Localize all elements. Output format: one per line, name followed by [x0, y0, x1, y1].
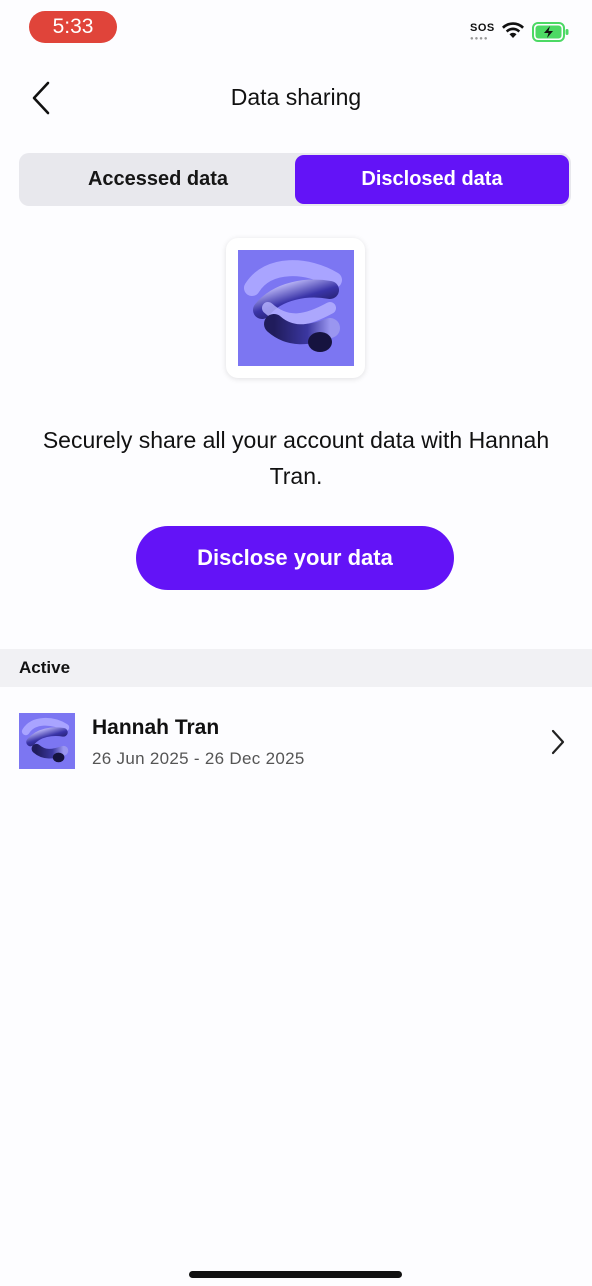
app-logo [226, 238, 365, 378]
disclose-data-button[interactable]: Disclose your data [136, 526, 454, 590]
screen: 5:33 SOS ●●●● Data sharing Accessed data… [0, 0, 592, 1286]
status-time: 5:33 [29, 11, 117, 43]
description-text: Securely share all your account data wit… [42, 427, 550, 489]
chevron-right-icon [551, 729, 565, 755]
home-indicator[interactable] [189, 1271, 402, 1278]
tab-accessed-data[interactable]: Accessed data [21, 155, 295, 204]
sos-indicator: SOS [470, 22, 495, 34]
segmented-control: Accessed data Disclosed data [19, 153, 571, 206]
tab-disclosed-data[interactable]: Disclosed data [295, 155, 569, 204]
recipient-avatar [19, 713, 75, 769]
page-title: Data sharing [230, 84, 362, 110]
app-logo-image [237, 250, 354, 366]
recipient-name: Hannah Tran [92, 716, 220, 739]
signal-dots-icon: ●●●● [470, 36, 489, 42]
wifi-icon [502, 22, 524, 38]
battery-charging-icon [532, 22, 569, 42]
sharing-dates: 26 Jun 2025 - 26 Dec 2025 [92, 749, 305, 768]
status-bar: 5:33 SOS ●●●● [0, 0, 592, 56]
section-header-active: Active [0, 649, 592, 687]
list-item[interactable]: Hannah Tran 26 Jun 2025 - 26 Dec 2025 [0, 698, 592, 784]
navigation-bar: Data sharing [0, 70, 592, 126]
